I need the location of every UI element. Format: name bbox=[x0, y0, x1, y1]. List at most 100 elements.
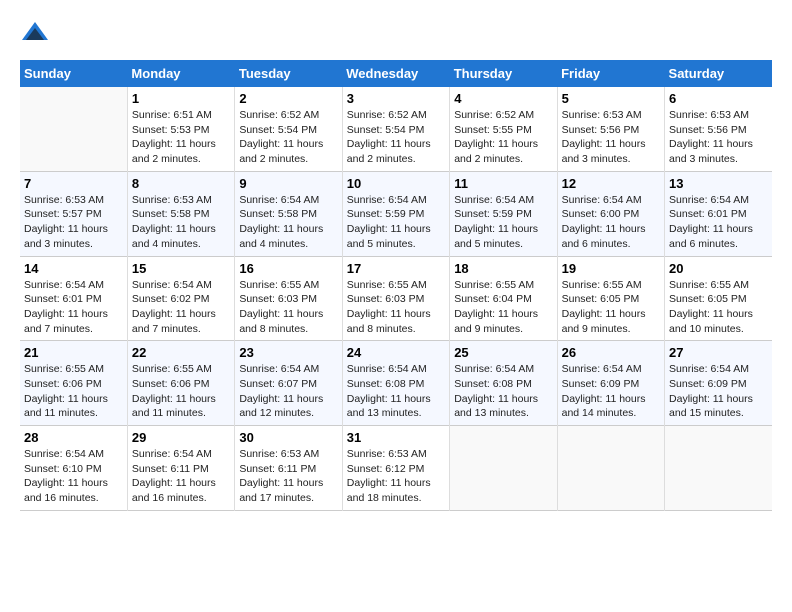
day-info: Sunrise: 6:54 AMSunset: 5:58 PMDaylight:… bbox=[239, 193, 337, 252]
weekday-header-friday: Friday bbox=[557, 60, 664, 87]
day-number: 1 bbox=[132, 91, 230, 106]
weekday-header-thursday: Thursday bbox=[450, 60, 557, 87]
calendar-cell: 2Sunrise: 6:52 AMSunset: 5:54 PMDaylight… bbox=[235, 87, 342, 171]
day-number: 13 bbox=[669, 176, 768, 191]
calendar-cell: 30Sunrise: 6:53 AMSunset: 6:11 PMDayligh… bbox=[235, 426, 342, 511]
day-number: 5 bbox=[562, 91, 660, 106]
calendar-cell: 28 Sunrise: 6:54 AMSunset: 6:10 PMDayligh… bbox=[20, 426, 127, 511]
day-number: 8 bbox=[132, 176, 230, 191]
day-number: 11 bbox=[454, 176, 552, 191]
day-number: 6 bbox=[669, 91, 768, 106]
day-info: Sunrise: 6:53 AMSunset: 5:58 PMDaylight:… bbox=[132, 193, 230, 252]
day-number: 10 bbox=[347, 176, 445, 191]
day-info: Sunrise: 6:52 AMSunset: 5:55 PMDaylight:… bbox=[454, 108, 552, 167]
day-number: 26 bbox=[562, 345, 660, 360]
day-info: Sunrise: 6:54 AMSunset: 6:07 PMDaylight:… bbox=[239, 362, 337, 421]
calendar-cell bbox=[20, 87, 127, 171]
day-number: 15 bbox=[132, 261, 230, 276]
day-info: Sunrise: 6:54 AMSunset: 6:09 PMDaylight:… bbox=[669, 362, 768, 421]
day-info: Sunrise: 6:55 AMSunset: 6:06 PMDaylight:… bbox=[132, 362, 230, 421]
day-info: Sunrise: 6:51 AMSunset: 5:53 PMDaylight:… bbox=[132, 108, 230, 167]
weekday-header-saturday: Saturday bbox=[665, 60, 772, 87]
calendar-cell: 11 Sunrise: 6:54 AMSunset: 5:59 PMDayligh… bbox=[450, 171, 557, 256]
day-info: Sunrise: 6:54 AMSunset: 6:00 PMDaylight:… bbox=[562, 193, 660, 252]
calendar-cell: 23 Sunrise: 6:54 AMSunset: 6:07 PMDayligh… bbox=[235, 341, 342, 426]
day-number: 24 bbox=[347, 345, 445, 360]
day-info: Sunrise: 6:55 AMSunset: 6:03 PMDaylight:… bbox=[347, 278, 445, 337]
calendar-week-row: 14 Sunrise: 6:54 AMSunset: 6:01 PMDayligh… bbox=[20, 256, 772, 341]
day-info: Sunrise: 6:54 AMSunset: 6:01 PMDaylight:… bbox=[669, 193, 768, 252]
calendar-cell bbox=[665, 426, 772, 511]
day-number: 9 bbox=[239, 176, 337, 191]
day-info: Sunrise: 6:55 AMSunset: 6:03 PMDaylight:… bbox=[239, 278, 337, 337]
day-number: 27 bbox=[669, 345, 768, 360]
day-info: Sunrise: 6:52 AMSunset: 5:54 PMDaylight:… bbox=[347, 108, 445, 167]
day-info: Sunrise: 6:54 AMSunset: 6:10 PMDaylight:… bbox=[24, 447, 123, 506]
day-number: 3 bbox=[347, 91, 445, 106]
calendar-cell: 1 Sunrise: 6:51 AMSunset: 5:53 PMDaylight… bbox=[127, 87, 234, 171]
calendar-header-row: SundayMondayTuesdayWednesdayThursdayFrid… bbox=[20, 60, 772, 87]
logo bbox=[20, 20, 52, 50]
day-number: 28 bbox=[24, 430, 123, 445]
day-info: Sunrise: 6:54 AMSunset: 6:08 PMDaylight:… bbox=[347, 362, 445, 421]
day-info: Sunrise: 6:54 AMSunset: 5:59 PMDaylight:… bbox=[347, 193, 445, 252]
day-info: Sunrise: 6:55 AMSunset: 6:06 PMDaylight:… bbox=[24, 362, 123, 421]
calendar-cell: 6Sunrise: 6:53 AMSunset: 5:56 PMDaylight… bbox=[665, 87, 772, 171]
calendar-cell bbox=[450, 426, 557, 511]
day-info: Sunrise: 6:53 AMSunset: 6:12 PMDaylight:… bbox=[347, 447, 445, 506]
day-info: Sunrise: 6:54 AMSunset: 6:01 PMDaylight:… bbox=[24, 278, 123, 337]
day-number: 16 bbox=[239, 261, 337, 276]
day-info: Sunrise: 6:54 AMSunset: 6:08 PMDaylight:… bbox=[454, 362, 552, 421]
day-info: Sunrise: 6:54 AMSunset: 6:11 PMDaylight:… bbox=[132, 447, 230, 506]
calendar-cell: 7Sunrise: 6:53 AMSunset: 5:57 PMDaylight… bbox=[20, 171, 127, 256]
day-info: Sunrise: 6:53 AMSunset: 5:56 PMDaylight:… bbox=[562, 108, 660, 167]
calendar-week-row: 7Sunrise: 6:53 AMSunset: 5:57 PMDaylight… bbox=[20, 171, 772, 256]
calendar-cell: 14 Sunrise: 6:54 AMSunset: 6:01 PMDayligh… bbox=[20, 256, 127, 341]
calendar-cell: 18Sunrise: 6:55 AMSunset: 6:04 PMDayligh… bbox=[450, 256, 557, 341]
day-number: 25 bbox=[454, 345, 552, 360]
day-info: Sunrise: 6:53 AMSunset: 6:11 PMDaylight:… bbox=[239, 447, 337, 506]
calendar-cell: 3 Sunrise: 6:52 AMSunset: 5:54 PMDaylight… bbox=[342, 87, 449, 171]
calendar-cell bbox=[557, 426, 664, 511]
weekday-header-monday: Monday bbox=[127, 60, 234, 87]
day-number: 21 bbox=[24, 345, 123, 360]
calendar-cell: 12 Sunrise: 6:54 AMSunset: 6:00 PMDayligh… bbox=[557, 171, 664, 256]
page-header bbox=[20, 20, 772, 50]
calendar-cell: 21 Sunrise: 6:55 AMSunset: 6:06 PMDayligh… bbox=[20, 341, 127, 426]
day-number: 20 bbox=[669, 261, 768, 276]
calendar-cell: 20 Sunrise: 6:55 AMSunset: 6:05 PMDayligh… bbox=[665, 256, 772, 341]
calendar-cell: 31Sunrise: 6:53 AMSunset: 6:12 PMDayligh… bbox=[342, 426, 449, 511]
calendar-week-row: 21 Sunrise: 6:55 AMSunset: 6:06 PMDayligh… bbox=[20, 341, 772, 426]
weekday-header-tuesday: Tuesday bbox=[235, 60, 342, 87]
day-number: 19 bbox=[562, 261, 660, 276]
calendar-week-row: 28 Sunrise: 6:54 AMSunset: 6:10 PMDayligh… bbox=[20, 426, 772, 511]
calendar-cell: 25 Sunrise: 6:54 AMSunset: 6:08 PMDayligh… bbox=[450, 341, 557, 426]
calendar-cell: 4Sunrise: 6:52 AMSunset: 5:55 PMDaylight… bbox=[450, 87, 557, 171]
calendar-cell: 22Sunrise: 6:55 AMSunset: 6:06 PMDayligh… bbox=[127, 341, 234, 426]
calendar-cell: 15 Sunrise: 6:54 AMSunset: 6:02 PMDayligh… bbox=[127, 256, 234, 341]
weekday-header-sunday: Sunday bbox=[20, 60, 127, 87]
logo-icon bbox=[20, 20, 50, 50]
calendar-cell: 8 Sunrise: 6:53 AMSunset: 5:58 PMDaylight… bbox=[127, 171, 234, 256]
calendar-cell: 19 Sunrise: 6:55 AMSunset: 6:05 PMDayligh… bbox=[557, 256, 664, 341]
calendar-cell: 9 Sunrise: 6:54 AMSunset: 5:58 PMDaylight… bbox=[235, 171, 342, 256]
day-number: 14 bbox=[24, 261, 123, 276]
day-info: Sunrise: 6:55 AMSunset: 6:04 PMDaylight:… bbox=[454, 278, 552, 337]
day-info: Sunrise: 6:54 AMSunset: 6:02 PMDaylight:… bbox=[132, 278, 230, 337]
day-info: Sunrise: 6:52 AMSunset: 5:54 PMDaylight:… bbox=[239, 108, 337, 167]
weekday-header-wednesday: Wednesday bbox=[342, 60, 449, 87]
day-number: 23 bbox=[239, 345, 337, 360]
calendar-cell: 29 Sunrise: 6:54 AMSunset: 6:11 PMDayligh… bbox=[127, 426, 234, 511]
day-number: 12 bbox=[562, 176, 660, 191]
calendar-cell: 24 Sunrise: 6:54 AMSunset: 6:08 PMDayligh… bbox=[342, 341, 449, 426]
calendar-cell: 5 Sunrise: 6:53 AMSunset: 5:56 PMDaylight… bbox=[557, 87, 664, 171]
day-info: Sunrise: 6:55 AMSunset: 6:05 PMDaylight:… bbox=[562, 278, 660, 337]
calendar-cell: 13 Sunrise: 6:54 AMSunset: 6:01 PMDayligh… bbox=[665, 171, 772, 256]
day-info: Sunrise: 6:55 AMSunset: 6:05 PMDaylight:… bbox=[669, 278, 768, 337]
day-info: Sunrise: 6:54 AMSunset: 5:59 PMDaylight:… bbox=[454, 193, 552, 252]
day-info: Sunrise: 6:54 AMSunset: 6:09 PMDaylight:… bbox=[562, 362, 660, 421]
day-number: 29 bbox=[132, 430, 230, 445]
calendar-week-row: 1 Sunrise: 6:51 AMSunset: 5:53 PMDaylight… bbox=[20, 87, 772, 171]
calendar-cell: 10 Sunrise: 6:54 AMSunset: 5:59 PMDayligh… bbox=[342, 171, 449, 256]
day-number: 17 bbox=[347, 261, 445, 276]
